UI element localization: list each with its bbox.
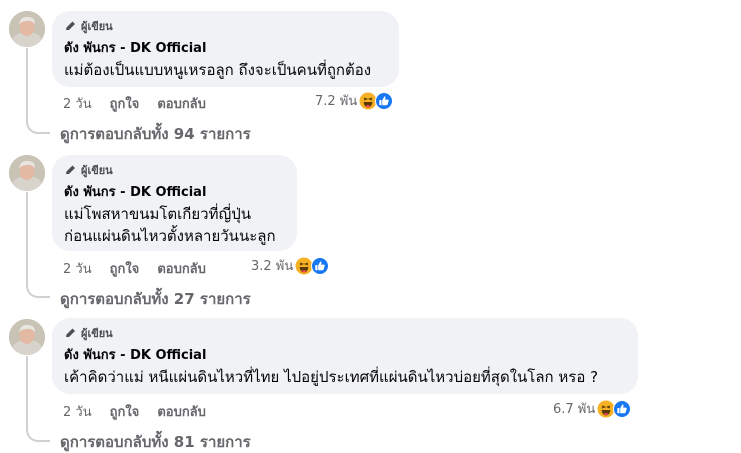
comment-actions: 2 วัน ถูกใจ ตอบกลับ	[63, 93, 206, 114]
view-replies-link[interactable]: ดูการตอบกลับทั้ง 94 รายการ	[60, 122, 251, 146]
timestamp[interactable]: 2 วัน	[63, 401, 92, 422]
comment-bubble: ผู้เขียน ดัง พันกร - DK Official แม่ต้อง…	[52, 11, 399, 87]
thread-elbow	[26, 428, 50, 442]
reaction-count: 6.7 พัน	[553, 402, 596, 417]
thread-line	[26, 192, 28, 284]
author-name[interactable]: ดัง พันกร - DK Official	[64, 37, 387, 58]
reply-button[interactable]: ตอบกลับ	[157, 258, 206, 279]
avatar-image	[9, 11, 45, 47]
author-badge-label: ผู้เขียน	[81, 327, 113, 340]
comment-actions: 2 วัน ถูกใจ ตอบกลับ	[63, 401, 206, 422]
avatar[interactable]	[9, 155, 45, 191]
like-icon	[311, 256, 330, 275]
reactions-summary[interactable]: 7.2 พัน	[315, 90, 394, 111]
author-badge: ผู้เขียน	[64, 162, 285, 178]
avatar[interactable]	[9, 11, 45, 47]
thread-elbow	[26, 120, 50, 134]
avatar-image	[9, 155, 45, 191]
reactions-summary[interactable]: 3.2 พัน	[251, 255, 330, 276]
reply-button[interactable]: ตอบกลับ	[157, 401, 206, 422]
author-name[interactable]: ดัง พันกร - DK Official	[64, 181, 285, 202]
author-name[interactable]: ดัง พันกร - DK Official	[64, 344, 626, 365]
comment-line: แม่โพสหาขนมโตเกียวที่ญี่ปุ่น	[64, 205, 252, 223]
comment-line: แม่ต้องเป็นแบบหนูเหรอลูก ถึงจะเป็นคนที่ถ…	[64, 61, 372, 79]
reaction-count: 3.2 พัน	[251, 259, 294, 274]
view-replies-link[interactable]: ดูการตอบกลับทั้ง 27 รายการ	[60, 287, 251, 311]
comment-bubble: ผู้เขียน ดัง พันกร - DK Official เค้าคิด…	[52, 318, 638, 394]
pencil-icon	[66, 21, 75, 30]
author-badge-label: ผู้เขียน	[81, 164, 113, 177]
comment-line: เค้าคิดว่าแม่ หนีแผ่นดินไหวที่ไทย ไปอยู่…	[64, 368, 599, 386]
comment-text: แม่โพสหาขนมโตเกียวที่ญี่ปุ่น ก่อนแผ่นดิน…	[64, 203, 285, 247]
timestamp[interactable]: 2 วัน	[63, 258, 92, 279]
pencil-icon	[66, 165, 75, 174]
thread-elbow	[26, 284, 50, 298]
pencil-icon	[66, 328, 75, 337]
comment-actions: 2 วัน ถูกใจ ตอบกลับ	[63, 258, 206, 279]
like-button[interactable]: ถูกใจ	[110, 258, 140, 279]
reaction-count: 7.2 พัน	[315, 94, 358, 109]
timestamp[interactable]: 2 วัน	[63, 93, 92, 114]
comment-text: แม่ต้องเป็นแบบหนูเหรอลูก ถึงจะเป็นคนที่ถ…	[64, 59, 387, 81]
comment-text: เค้าคิดว่าแม่ หนีแผ่นดินไหวที่ไทย ไปอยู่…	[64, 366, 626, 388]
view-replies-link[interactable]: ดูการตอบกลับทั้ง 81 รายการ	[60, 430, 251, 453]
comment-bubble: ผู้เขียน ดัง พันกร - DK Official แม่โพสห…	[52, 155, 297, 251]
comment-line: ก่อนแผ่นดินไหวตั้งหลายวันนะลูก	[64, 227, 276, 245]
reply-button[interactable]: ตอบกลับ	[157, 93, 206, 114]
avatar[interactable]	[9, 319, 45, 355]
like-button[interactable]: ถูกใจ	[110, 93, 140, 114]
thread-line	[26, 356, 28, 428]
thread-line	[26, 48, 28, 120]
like-button[interactable]: ถูกใจ	[110, 401, 140, 422]
reactions-summary[interactable]: 6.7 พัน	[553, 398, 632, 419]
avatar-image	[9, 319, 45, 355]
like-icon	[613, 399, 632, 418]
author-badge: ผู้เขียน	[64, 18, 387, 34]
author-badge: ผู้เขียน	[64, 325, 626, 341]
author-badge-label: ผู้เขียน	[81, 20, 113, 33]
comment-thread: ผู้เขียน ดัง พันกร - DK Official แม่ต้อง…	[0, 0, 741, 453]
like-icon	[375, 91, 394, 110]
